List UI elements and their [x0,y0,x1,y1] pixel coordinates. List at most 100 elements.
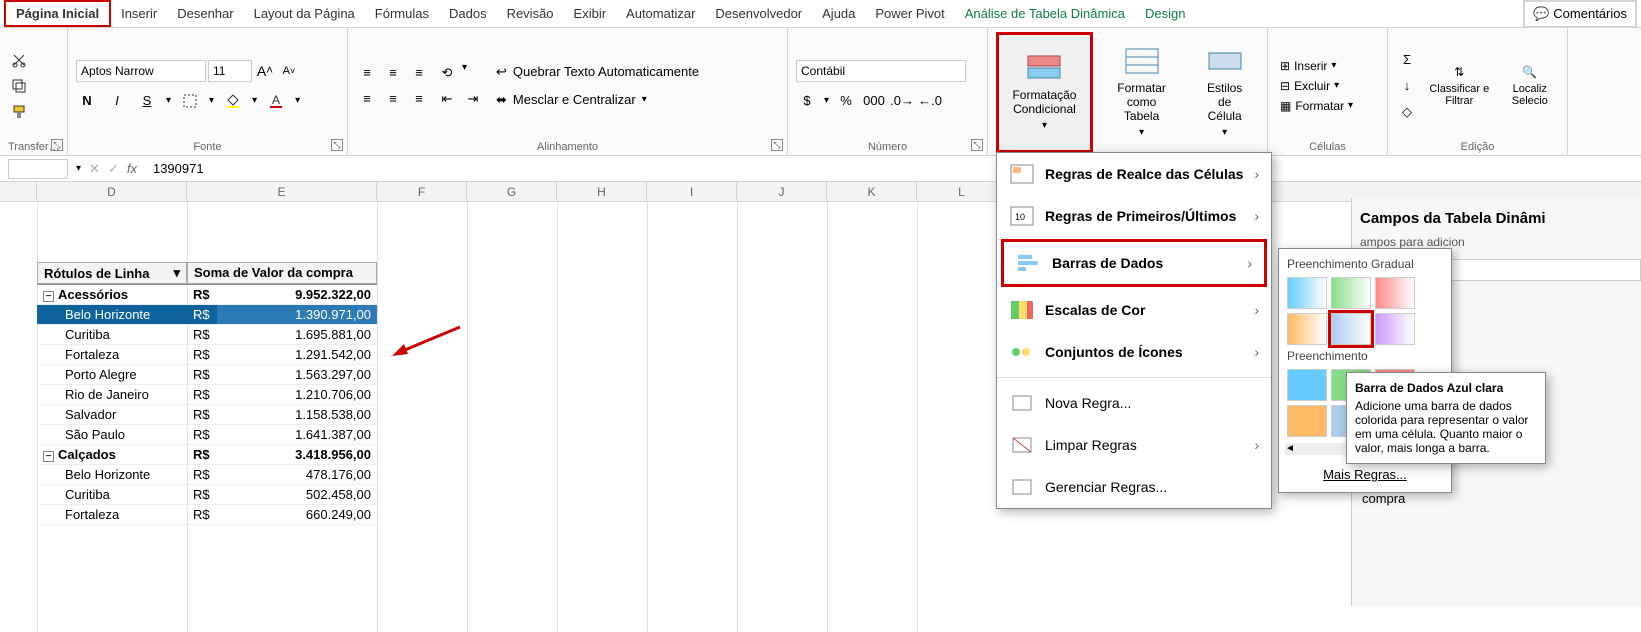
collapse-icon[interactable]: − [43,291,54,302]
pivot-city[interactable]: São Paulo [37,425,187,445]
cf-icon-sets[interactable]: Conjuntos de Ícones › [997,331,1271,373]
db-solid-orange[interactable] [1287,405,1327,437]
pivot-city[interactable]: Fortaleza [37,505,187,525]
col-rowhead[interactable] [0,182,37,201]
decrease-decimal-button[interactable]: ←.0 [919,90,941,112]
fat-dropdown[interactable]: ▾ [1139,127,1144,138]
db-solid-blue[interactable] [1287,369,1327,401]
pivot-value[interactable]: 1.695.881,00 [217,325,377,345]
comma-style-button[interactable]: 000 [863,90,885,112]
tab-view[interactable]: Exibir [564,2,617,25]
db-gradient-blue[interactable] [1287,277,1327,309]
col-H[interactable]: H [557,182,647,201]
db-gradient-lightblue[interactable] [1331,313,1371,345]
font-color-button[interactable]: A [265,90,287,112]
cf-clear-rules[interactable]: Limpar Regras › [997,424,1271,466]
name-box-dropdown[interactable]: ▾ [76,163,81,174]
borders-dropdown[interactable]: ▾ [209,95,214,106]
tab-help[interactable]: Ajuda [812,2,865,25]
col-J[interactable]: J [737,182,827,201]
font-color-dropdown[interactable]: ▾ [295,95,300,106]
pivot-value[interactable]: 1.158.538,00 [217,405,377,425]
delete-dropdown[interactable]: ▾ [1334,80,1339,91]
autosum-button[interactable]: Σ [1396,49,1418,71]
decrease-font-button[interactable]: A˅ [278,60,300,82]
tab-pagelayout[interactable]: Layout da Página [244,2,365,25]
pivot-category[interactable]: −Acessórios [37,285,187,305]
tab-draw[interactable]: Desenhar [167,2,243,25]
pivot-city[interactable]: Porto Alegre [37,365,187,385]
borders-button[interactable] [179,90,201,112]
collapse-icon[interactable]: − [43,451,54,462]
fill-color-button[interactable] [222,90,244,112]
pivot-category[interactable]: −Calçados [37,445,187,465]
merge-center-button[interactable]: ⬌ Mesclar e Centralizar ▾ [490,88,779,112]
accounting-dropdown[interactable]: ▾ [824,95,829,106]
pivot-value[interactable]: 1.291.542,00 [217,345,377,365]
col-I[interactable]: I [647,182,737,201]
copy-button[interactable] [8,75,30,97]
align-middle-button[interactable]: ≡ [382,62,404,84]
col-D[interactable]: D [37,182,187,201]
pivot-value[interactable]: 502.458,00 [217,485,377,505]
orientation-dropdown[interactable]: ▾ [462,62,467,84]
pivot-city[interactable]: Belo Horizonte [37,465,187,485]
insert-dropdown[interactable]: ▾ [1331,60,1336,71]
tab-powerpivot[interactable]: Power Pivot [865,2,954,25]
db-gradient-purple[interactable] [1375,313,1415,345]
cf-highlight-cells[interactable]: Regras de Realce das Células › [997,153,1271,195]
align-center-button[interactable]: ≡ [382,88,404,110]
pivot-value[interactable]: 1.563.297,00 [217,365,377,385]
formula-input[interactable] [145,159,1633,179]
clear-button[interactable]: ◇ [1396,101,1418,123]
decrease-indent-button[interactable]: ⇤ [436,88,458,110]
increase-indent-button[interactable]: ⇥ [462,88,484,110]
tab-pivottable-analyze[interactable]: Análise de Tabela Dinâmica [955,2,1135,25]
db-gradient-red[interactable] [1375,277,1415,309]
font-name-select[interactable] [76,60,206,82]
pivot-city[interactable]: Curitiba [37,325,187,345]
formula-enter[interactable]: ✓ [108,161,119,177]
insert-cells-button[interactable]: ⊞Inserir▾ [1276,57,1379,75]
pivot-city[interactable]: Belo Horizonte [37,305,187,325]
filter-dropdown-icon[interactable]: ▾ [173,265,180,281]
cut-button[interactable] [8,49,30,71]
col-F[interactable]: F [377,182,467,201]
cf-new-rule[interactable]: Nova Regra... [997,382,1271,424]
tab-data[interactable]: Dados [439,2,497,25]
pivot-value[interactable]: 1.210.706,00 [217,385,377,405]
align-top-button[interactable]: ≡ [356,62,378,84]
pivot-city[interactable]: Curitiba [37,485,187,505]
bold-button[interactable]: N [76,90,98,112]
cf-data-bars[interactable]: Barras de Dados › [1001,239,1267,287]
pivot-city[interactable]: Rio de Janeiro [37,385,187,405]
tab-design[interactable]: Design [1135,2,1195,25]
tab-insert[interactable]: Inserir [111,2,167,25]
orientation-button[interactable]: ⟲ [436,62,458,84]
fill-color-dropdown[interactable]: ▾ [252,95,257,106]
delete-cells-button[interactable]: ⊟Excluir▾ [1276,77,1379,95]
comments-button[interactable]: 💬 Comentários [1523,0,1637,28]
formula-cancel[interactable]: ✕ [89,161,100,177]
align-bottom-button[interactable]: ≡ [408,62,430,84]
format-painter-button[interactable] [8,101,30,123]
underline-button[interactable]: S [136,90,158,112]
percent-button[interactable]: % [835,90,857,112]
italic-button[interactable]: I [106,90,128,112]
tab-review[interactable]: Revisão [497,2,564,25]
wrap-text-button[interactable]: ↩ Quebrar Texto Automaticamente [490,60,779,84]
tab-formulas[interactable]: Fórmulas [365,2,439,25]
cf-color-scales[interactable]: Escalas de Cor › [997,289,1271,331]
format-as-table-button[interactable]: Formatar como Tabela▾ [1099,32,1184,153]
cf-dropdown[interactable]: ▾ [1042,120,1047,131]
cf-manage-rules[interactable]: Gerenciar Regras... [997,466,1271,508]
pivot-value[interactable]: 478.176,00 [217,465,377,485]
tab-automate[interactable]: Automatizar [616,2,705,25]
col-E[interactable]: E [187,182,377,201]
cf-top-bottom[interactable]: 10 Regras de Primeiros/Últimos › [997,195,1271,237]
number-launcher[interactable]: ⤡ [971,139,983,151]
conditional-formatting-button[interactable]: Formatação Condicional▾ [996,32,1093,153]
accounting-format-button[interactable]: $ [796,90,818,112]
col-L[interactable]: L [917,182,1007,201]
align-left-button[interactable]: ≡ [356,88,378,110]
